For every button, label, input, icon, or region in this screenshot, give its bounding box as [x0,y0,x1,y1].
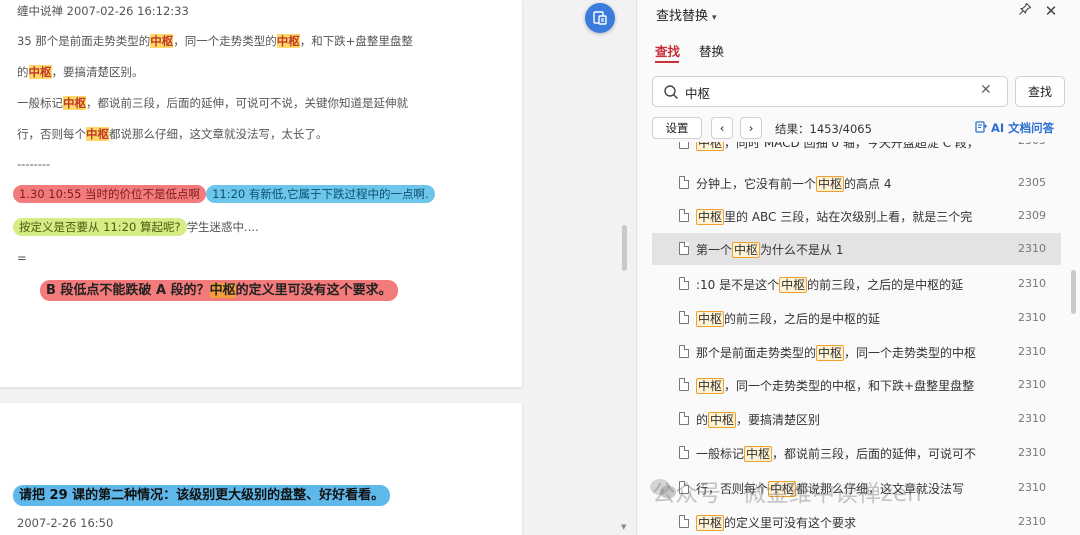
red-highlight: B 段低点不能跌破 A 段的？中枢的定义里可没有这个要求。 [40,280,398,301]
next-result-button[interactable]: › [740,117,762,139]
doc-line: 一般标记中枢，都说前三段，后面的延伸，可说可不说，关键你知道是延伸就 [17,96,408,110]
result-item[interactable]: 的中枢 ，要搞清楚区别 2310 [652,403,1061,435]
doc-line: 35 那个是前面走势类型的中枢，同一个走势类型的中枢，和下跌+盘整里盘整 [17,34,413,48]
doc-scrollbar[interactable] [622,225,627,271]
result-page-number: 2310 [1018,277,1046,290]
doc-icon [679,515,689,528]
highlight-line: 按定义是否要从 11:20 算起呢? 学生迷惑中.... [13,218,259,236]
result-item[interactable]: 中枢 的前三段，之后的是中枢的延 2310 [652,302,1061,334]
keyword-match: 中枢 [696,209,725,225]
keyword-match: 中枢 [696,311,725,327]
doc-icon [679,142,689,149]
search-icon [664,85,679,100]
doc-icon [679,412,689,425]
result-page-number: 2310 [1018,345,1046,358]
keyword-match: 中枢 [816,345,845,361]
pin-icon [1019,2,1032,15]
doc-icon [679,345,689,358]
tab-replace[interactable]: 替换 [699,41,724,60]
keyword-highlight: 中枢 [63,96,86,110]
document-page[interactable]: 缠中说禅 2007-02-26 16:12:33 35 那个是前面走势类型的中枢… [0,0,522,387]
keyword-match: 中枢 [696,515,725,531]
result-item[interactable]: 那个是前面走势类型的 中枢 ，同一个走势类型的中枢 2310 [652,336,1061,368]
keyword-highlight: 中枢 [209,283,236,298]
result-item[interactable]: 中枢 里的 ABC 三段，站在次级别上看，就是三个完 2309 [652,200,1061,232]
result-page-number: 2310 [1018,311,1046,324]
keyword-match: 中枢 [816,176,845,192]
highlight-line: 1.30 10:55 当时的价位不是低点啊 11:20 有新低,它属于下跌过程中的… [13,185,435,203]
keyword-highlight: 中枢 [86,127,109,141]
prev-result-button[interactable]: ‹ [711,117,733,139]
chevron-left-icon: ‹ [719,121,725,135]
green-highlight: 按定义是否要从 11:20 算起呢? [13,218,187,236]
watermark: 公众号 · 微金维中读禅zen [652,481,922,507]
doc-icon [679,277,689,290]
doc-icon [679,311,689,324]
find-button[interactable]: 查找 [1015,76,1065,107]
red-highlight: 1.30 10:55 当时的价位不是低点啊 [13,185,207,203]
doc-separator: -------- [17,157,51,171]
result-item[interactable]: :10 是不是这个 中枢 的前三段，之后的是中枢的延 2310 [652,268,1061,300]
result-item[interactable]: 分钟上，它没有前一个 中枢 的高点 4 2305 [652,167,1061,199]
result-item[interactable]: 中枢 ，同一个走势类型的中枢，和下跌+盘整里盘整 2310 [652,369,1061,401]
result-page-number: 2305 [1018,176,1046,189]
keyword-match: 中枢 [696,142,725,151]
doc-icon [679,176,689,189]
convert-doc-button[interactable] [585,3,615,33]
result-page-number: 2309 [1018,209,1046,222]
doc-icon [679,242,689,255]
settings-button[interactable]: 设置 [652,117,702,139]
close-icon: ✕ [1044,2,1058,20]
ai-doc-icon [975,121,988,133]
result-page-number: 2310 [1018,378,1046,391]
panel-title[interactable]: 查找替换 ▾ [656,5,717,24]
keyword-match: 中枢 [732,242,761,258]
convert-doc-icon [593,11,607,25]
result-page-number: 2310 [1018,481,1046,494]
results-scrollbar[interactable] [1071,270,1076,314]
keyword-match: 中枢 [696,378,725,394]
result-item[interactable]: 一般标记 中枢 ，都说前三段，后面的延伸，可说可不 2310 [652,437,1061,469]
scroll-down-icon[interactable]: ▼ [621,523,626,531]
doc-icon [679,378,689,391]
document-page[interactable]: 请把 29 课的第二种情况：该级别更大级别的盘整、好好看看。 2007-2-26… [0,403,522,535]
doc-line: 的中枢，要搞清楚区别。 [17,65,144,79]
result-count: 结果：1453/4065 [775,122,872,136]
doc-date: 2007-2-26 16:50 [17,516,114,530]
ai-doc-qa-link[interactable]: AI 文档问答 [975,120,1054,136]
keyword-highlight: 中枢 [150,34,174,48]
doc-line: 行，否则每个中枢都说那么仔细，这文章就没法写，太长了。 [17,127,328,141]
result-page-number: 2310 [1018,412,1046,425]
chevron-right-icon: › [748,121,754,135]
document-area[interactable]: 缠中说禅 2007-02-26 16:12:33 35 那个是前面走势类型的中枢… [0,0,627,535]
bold-highlight-line: 请把 29 课的第二种情况：该级别更大级别的盘整、好好看看。 [13,484,391,506]
search-input[interactable] [685,83,965,101]
doc-icon [679,209,689,222]
result-page-number: 2310 [1018,515,1046,528]
doc-line: 缠中说禅 2007-02-26 16:12:33 [17,4,189,18]
result-page-number: 2305 [1018,142,1046,147]
pin-button[interactable] [1015,2,1035,22]
blue-highlight: 11:20 有新低,它属于下跌过程中的一点啊. [206,185,435,203]
blue-highlight: 请把 29 课的第二种情况：该级别更大级别的盘整、好好看看。 [13,485,391,506]
bold-highlight-line: B 段低点不能跌破 A 段的？中枢的定义里可没有这个要求。 [40,279,398,301]
search-box[interactable]: ✕ [652,76,1008,107]
clear-icon[interactable]: ✕ [980,82,992,98]
result-item[interactable]: 中枢 的定义里可没有这个要求 2310 [652,506,1061,535]
result-item-active[interactable]: 第一个 中枢 为什么不是从 1 2310 [652,233,1061,265]
keyword-highlight: 中枢 [28,65,52,79]
result-page-number: 2310 [1018,242,1046,255]
tab-find[interactable]: 查找 [655,41,680,60]
find-replace-panel: 查找替换▾ ✕ 查找 替换 ✕ 查找 设置 ‹ › 结果：1453/4065 A… [636,0,1080,535]
keyword-match: 中枢 [708,412,737,428]
close-button[interactable]: ✕ [1041,2,1061,22]
active-tab-indicator [655,61,679,63]
doc-icon [679,446,689,459]
keyword-match: 中枢 [744,446,773,462]
doc-line: = [17,251,27,265]
chevron-down-icon: ▾ [712,13,717,23]
keyword-highlight: 中枢 [276,34,300,48]
result-page-number: 2310 [1018,446,1046,459]
keyword-match: 中枢 [779,277,808,293]
